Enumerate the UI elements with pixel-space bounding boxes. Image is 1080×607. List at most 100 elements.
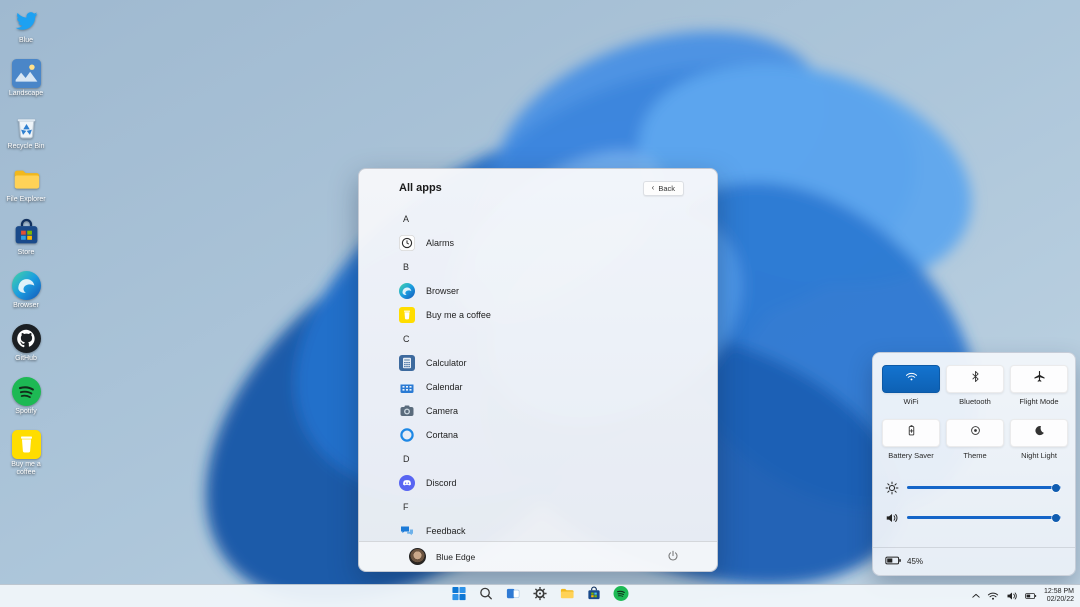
quick-setting-bluetooth: Bluetooth — [946, 365, 1004, 406]
avatar — [409, 548, 426, 565]
app-item-camera[interactable]: Camera — [399, 399, 697, 423]
desktop-icon-recycle-bin[interactable]: Recycle Bin — [2, 112, 50, 161]
app-item-calculator[interactable]: Calculator — [399, 351, 697, 375]
quick-setting-theme: Theme — [946, 419, 1004, 460]
settings-gear-icon — [533, 586, 548, 606]
camera-icon — [399, 403, 415, 419]
toggle-label: Bluetooth — [959, 397, 991, 406]
file-explorer-icon — [560, 586, 575, 606]
desktop-icon-blue[interactable]: Blue — [2, 6, 50, 55]
desktop-icon-browser[interactable]: Browser — [2, 271, 50, 320]
wifi-icon — [905, 370, 918, 388]
app-item-label: Feedback — [426, 526, 466, 536]
section-letter-d[interactable]: D — [399, 447, 697, 471]
back-button[interactable]: ‹ Back — [643, 181, 684, 196]
app-item-alarms[interactable]: Alarms — [399, 231, 697, 255]
section-letter-c[interactable]: C — [399, 327, 697, 351]
desktop-icon-label: GitHub — [15, 355, 37, 363]
desktop-icon-label: Buy me a coffee — [2, 461, 50, 477]
tray-wifi-icon[interactable] — [987, 590, 999, 602]
app-item-browser[interactable]: Browser — [399, 279, 697, 303]
user-account-button[interactable]: Blue Edge — [409, 548, 475, 565]
desktop-icon-file-explorer[interactable]: File Explorer — [2, 165, 50, 214]
theme-toggle[interactable] — [946, 419, 1004, 447]
taskbar-spotify-button[interactable] — [613, 588, 630, 605]
recycle-bin-icon — [12, 112, 41, 141]
search-icon — [479, 586, 494, 606]
all-apps-list: A Alarms B Browser Buy me a coffee C Cal… — [359, 207, 717, 541]
app-item-label: Discord — [426, 478, 457, 488]
quick-setting-flight-mode: Flight Mode — [1010, 365, 1068, 406]
quick-settings-grid: WiFi Bluetooth Flight Mode Battery Saver — [873, 353, 1075, 460]
app-item-label: Buy me a coffee — [426, 310, 491, 320]
battery-saver-toggle[interactable] — [882, 419, 940, 447]
app-item-calendar[interactable]: Calendar — [399, 375, 697, 399]
volume-slider-row — [885, 510, 1061, 525]
quick-settings-sliders — [873, 460, 1075, 525]
all-apps-header: All apps ‹ Back — [359, 169, 717, 207]
bluetooth-toggle[interactable] — [946, 365, 1004, 393]
edge-icon — [399, 283, 415, 299]
back-button-label: Back — [658, 184, 675, 193]
app-item-label: Alarms — [426, 238, 454, 248]
desktop-icon-github[interactable]: GitHub — [2, 324, 50, 373]
toggle-label: Night Light — [1021, 451, 1057, 460]
landscape-icon — [12, 59, 41, 88]
spotify-icon — [12, 377, 41, 406]
bird-icon — [12, 6, 41, 35]
quick-settings-panel: WiFi Bluetooth Flight Mode Battery Saver — [872, 352, 1076, 576]
user-name: Blue Edge — [436, 552, 475, 562]
quick-setting-battery-saver: Battery Saver — [882, 419, 940, 460]
brightness-icon — [885, 481, 899, 495]
edge-icon — [12, 271, 41, 300]
desktop-icon-label: Browser — [13, 302, 39, 310]
desktop-icon-label: Spotify — [15, 408, 36, 416]
volume-slider-thumb[interactable] — [1052, 514, 1060, 522]
all-apps-title: All apps — [399, 182, 442, 194]
app-item-label: Browser — [426, 286, 459, 296]
quick-settings-battery-row: 45% — [873, 547, 1075, 575]
github-icon — [12, 324, 41, 353]
app-item-buy-me-a-coffee[interactable]: Buy me a coffee — [399, 303, 697, 327]
taskbar-search-button[interactable] — [478, 588, 495, 605]
desktop-icon-landscape[interactable]: Landscape — [2, 59, 50, 108]
brightness-slider-thumb[interactable] — [1052, 484, 1060, 492]
tray-battery-icon[interactable] — [1025, 590, 1037, 602]
volume-slider[interactable] — [907, 516, 1061, 519]
app-item-cortana[interactable]: Cortana — [399, 423, 697, 447]
coffee-icon — [12, 430, 41, 459]
theme-icon — [969, 424, 982, 442]
section-letter-b[interactable]: B — [399, 255, 697, 279]
desktop-icon-spotify[interactable]: Spotify — [2, 377, 50, 426]
brightness-slider[interactable] — [907, 486, 1061, 489]
alarms-icon — [399, 235, 415, 251]
section-letter-a[interactable]: A — [399, 207, 697, 231]
night-light-icon — [1033, 424, 1046, 442]
tray-clock[interactable]: 12:58 PM 02/20/22 — [1044, 588, 1074, 604]
toggle-label: Battery Saver — [888, 451, 933, 460]
desktop-icon-label: File Explorer — [6, 196, 45, 204]
taskbar-store-button[interactable] — [586, 588, 603, 605]
app-item-discord[interactable]: Discord — [399, 471, 697, 495]
taskbar-task-view-button[interactable] — [505, 588, 522, 605]
app-item-feedback[interactable]: Feedback — [399, 519, 697, 541]
desktop-icon-buy-me-a-coffee[interactable]: Buy me a coffee — [2, 430, 50, 479]
desktop-icon-label: Recycle Bin — [8, 143, 45, 151]
taskbar-file-explorer-button[interactable] — [559, 588, 576, 605]
tray-time: 12:58 PM — [1044, 588, 1074, 596]
taskbar-settings-button[interactable] — [532, 588, 549, 605]
wifi-toggle[interactable] — [882, 365, 940, 393]
tray-volume-icon[interactable] — [1006, 590, 1018, 602]
desktop-icon-label: Blue — [19, 37, 33, 45]
taskbar-start-button[interactable] — [451, 588, 468, 605]
night-light-toggle[interactable] — [1010, 419, 1068, 447]
section-letter-f[interactable]: F — [399, 495, 697, 519]
app-item-label: Camera — [426, 406, 458, 416]
power-button[interactable] — [666, 549, 682, 565]
quick-setting-wifi: WiFi — [882, 365, 940, 406]
desktop-icon-store[interactable]: Store — [2, 218, 50, 267]
airplane-toggle[interactable] — [1010, 365, 1068, 393]
chevron-up-icon[interactable] — [972, 593, 980, 599]
desktop-icon-label: Landscape — [9, 90, 43, 98]
start-menu-footer: Blue Edge — [359, 541, 717, 571]
